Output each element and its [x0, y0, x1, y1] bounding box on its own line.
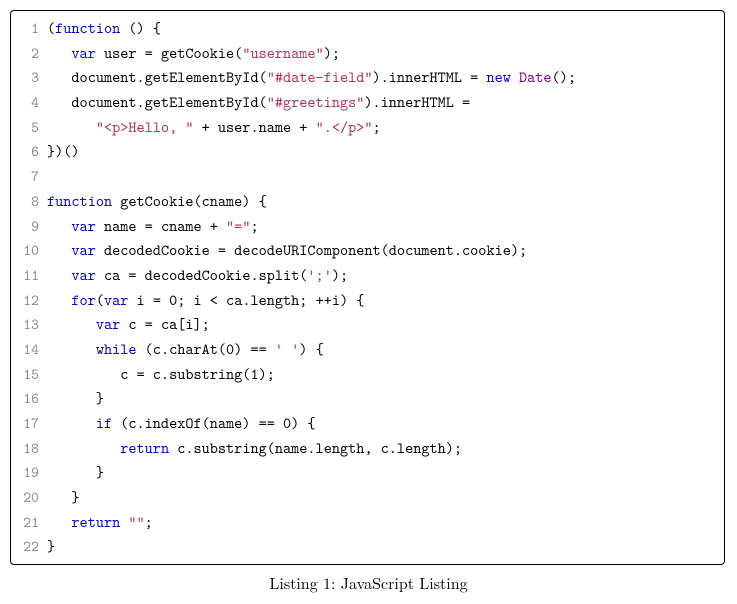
- code-line: function getCookie(cname) {: [47, 189, 718, 214]
- code-line: var ca = decodedCookie.split(';');: [47, 263, 718, 288]
- code-line: if (c.indexOf(name) == 0) {: [47, 411, 718, 436]
- code-content: (function () { var user = getCookie("use…: [45, 11, 724, 564]
- line-number: 21: [15, 510, 39, 535]
- line-number: 22: [15, 534, 39, 559]
- code-listing-frame: 12345678910111213141516171819202122 (fun…: [10, 10, 725, 565]
- code-line: for(var i = 0; i < ca.length; ++i) {: [47, 288, 718, 313]
- code-line: document.getElementById("#greetings").in…: [47, 90, 718, 115]
- code-line: document.getElementById("#date-field").i…: [47, 65, 718, 90]
- line-number: 17: [15, 411, 39, 436]
- line-number: 3: [15, 65, 39, 90]
- code-line: var user = getCookie("username");: [47, 41, 718, 66]
- code-line: var name = cname + "=";: [47, 214, 718, 239]
- line-number: 8: [15, 189, 39, 214]
- code-line: var c = ca[i];: [47, 312, 718, 337]
- code-line: c = c.substring(1);: [47, 362, 718, 387]
- line-number: 4: [15, 90, 39, 115]
- code-line: (function () {: [47, 16, 718, 41]
- code-line: return c.substring(name.length, c.length…: [47, 436, 718, 461]
- line-number: 1: [15, 16, 39, 41]
- line-number: 18: [15, 436, 39, 461]
- line-number: 16: [15, 386, 39, 411]
- line-number: 14: [15, 337, 39, 362]
- line-number: 5: [15, 115, 39, 140]
- code-line: }: [47, 460, 718, 485]
- code-line: "<p>Hello, " + user.name + ".</p>";: [47, 115, 718, 140]
- line-number-gutter: 12345678910111213141516171819202122: [11, 11, 45, 564]
- code-line: }: [47, 386, 718, 411]
- code-line: return "";: [47, 510, 718, 535]
- listing-caption: Listing 1: JavaScript Listing: [10, 571, 727, 594]
- code-line: }: [47, 485, 718, 510]
- code-line: [47, 164, 718, 189]
- line-number: 20: [15, 485, 39, 510]
- line-number: 10: [15, 238, 39, 263]
- code-line: })(): [47, 139, 718, 164]
- line-number: 2: [15, 41, 39, 66]
- line-number: 19: [15, 460, 39, 485]
- line-number: 6: [15, 139, 39, 164]
- line-number: 12: [15, 288, 39, 313]
- code-line: while (c.charAt(0) == ' ') {: [47, 337, 718, 362]
- line-number: 13: [15, 312, 39, 337]
- code-line: var decodedCookie = decodeURIComponent(d…: [47, 238, 718, 263]
- line-number: 15: [15, 362, 39, 387]
- line-number: 9: [15, 214, 39, 239]
- code-line: }: [47, 534, 718, 559]
- line-number: 7: [15, 164, 39, 189]
- line-number: 11: [15, 263, 39, 288]
